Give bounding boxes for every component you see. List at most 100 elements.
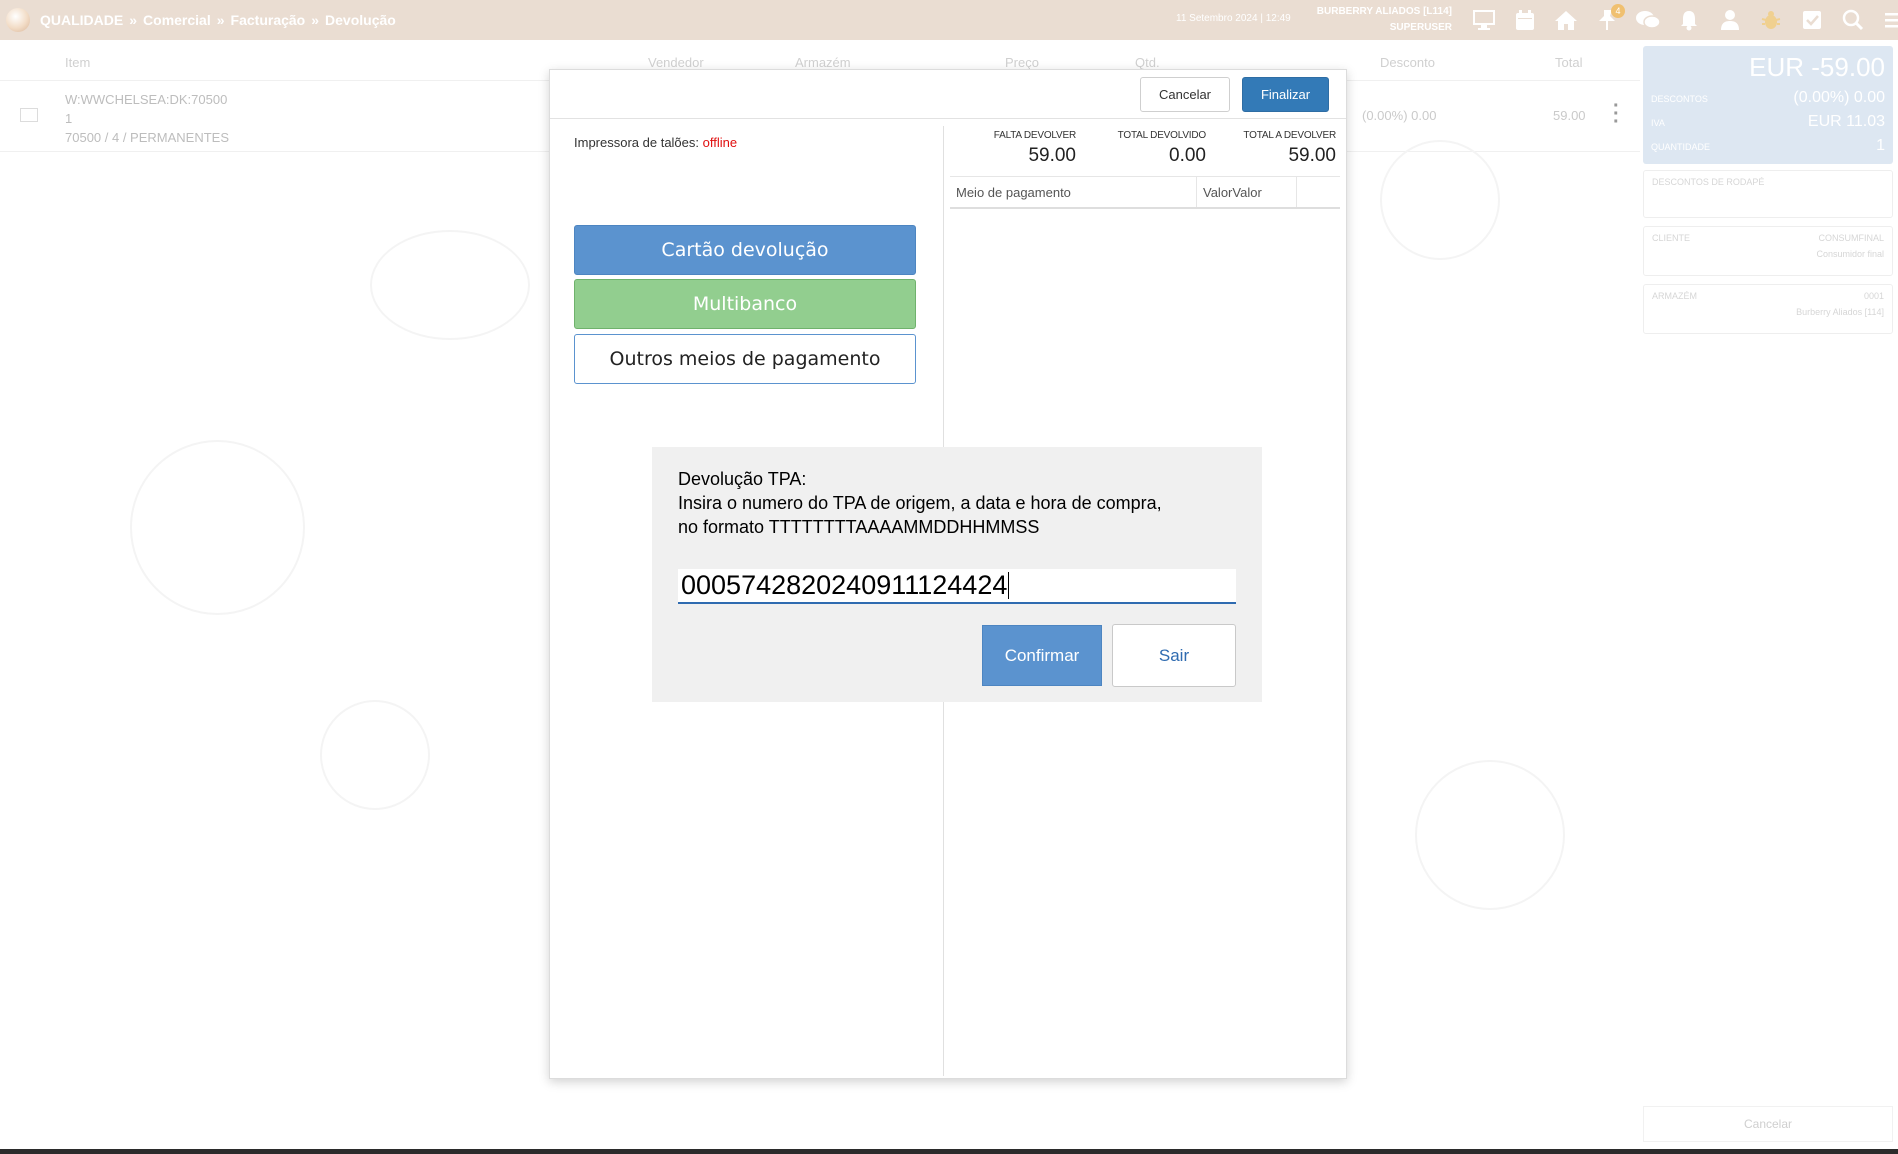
breadcrumb-item[interactable]: Devolução bbox=[325, 12, 396, 28]
tpa-title: Devolução TPA: bbox=[678, 469, 807, 489]
decorative-circle bbox=[1415, 760, 1565, 910]
exit-button[interactable]: Sair bbox=[1112, 624, 1236, 687]
summary-value: 59.00 bbox=[1288, 145, 1336, 166]
col-header-total: Total bbox=[1555, 55, 1583, 70]
summary-value: 59.00 bbox=[1028, 145, 1076, 166]
descontos-value: (0.00%) 0.00 bbox=[1793, 89, 1885, 106]
breadcrumb-item[interactable]: QUALIDADE bbox=[40, 12, 123, 28]
calendar-icon[interactable] bbox=[1511, 6, 1539, 34]
quantidade-value: 1 bbox=[1876, 137, 1885, 154]
iva-row: IVA EUR 11.03 bbox=[1651, 113, 1885, 131]
descontos-row: DESCONTOS (0.00%) 0.00 bbox=[1651, 89, 1885, 107]
col-header-vendedor: Vendedor bbox=[648, 55, 704, 70]
warehouse-name: Burberry Aliados [114] bbox=[1796, 307, 1884, 317]
confirm-button[interactable]: Confirmar bbox=[982, 625, 1102, 686]
summary-label: TOTAL DEVOLVIDO bbox=[1117, 130, 1207, 141]
quantidade-label: QUANTIDADE bbox=[1651, 142, 1711, 152]
bug-icon[interactable] bbox=[1757, 6, 1785, 34]
client-label: CLIENTE bbox=[1652, 233, 1691, 243]
row-discount: (0.00%) 0.00 bbox=[1362, 108, 1437, 123]
client-box[interactable]: CLIENTE CONSUMFINAL Consumidor final bbox=[1643, 226, 1893, 276]
panel-cancel-button[interactable]: Cancelar bbox=[1643, 1106, 1893, 1142]
col-header-actions bbox=[1297, 177, 1340, 207]
breadcrumb: QUALIDADE » Comercial » Facturação » Dev… bbox=[40, 12, 396, 28]
multibanco-button[interactable]: Multibanco bbox=[574, 279, 916, 329]
printer-status: Impressora de talões: offline bbox=[574, 135, 737, 150]
breadcrumb-separator: » bbox=[216, 12, 225, 28]
chat-icon[interactable] bbox=[1634, 6, 1662, 34]
tpa-input-text: 000574282024091112442 bbox=[681, 570, 993, 600]
breadcrumb-item[interactable]: Facturação bbox=[231, 12, 306, 28]
decorative-circle bbox=[130, 440, 305, 615]
user-name: SUPERUSER bbox=[1389, 22, 1452, 33]
payments-table-header: Meio de pagamento ValorValor bbox=[950, 176, 1340, 209]
table-row[interactable]: W:WWCHELSEA:DK:70500 1 70500 / 4 / PERMA… bbox=[65, 90, 229, 147]
notification-badge: 4 bbox=[1611, 4, 1625, 18]
refund-card-button[interactable]: Cartão devolução bbox=[574, 225, 916, 275]
datetime-label: 11 Setembro 2024 | 12:49 bbox=[1176, 13, 1291, 24]
breadcrumb-separator: » bbox=[129, 12, 138, 28]
client-name: Consumidor final bbox=[1816, 249, 1884, 259]
item-qty: 1 bbox=[65, 111, 73, 126]
decorative-circle bbox=[1380, 140, 1500, 260]
summary-total-devolvido: TOTAL DEVOLVIDO 0.00 bbox=[1080, 130, 1210, 167]
iva-value: EUR 11.03 bbox=[1807, 113, 1885, 130]
col-header-preco: Preço bbox=[1005, 55, 1039, 70]
printer-status-value: offline bbox=[702, 135, 738, 150]
totals-panel: EUR -59.00 DESCONTOS (0.00%) 0.00 IVA EU… bbox=[1643, 46, 1893, 164]
checkbox-icon[interactable] bbox=[1798, 6, 1826, 34]
refund-summary: FALTA DEVOLVER 59.00 TOTAL DEVOLVIDO 0.0… bbox=[950, 130, 1340, 167]
iva-label: IVA bbox=[1651, 118, 1665, 128]
item-code: W:WWCHELSEA:DK:70500 bbox=[65, 92, 228, 107]
home-icon[interactable] bbox=[1552, 6, 1580, 34]
menu-icon[interactable] bbox=[1880, 6, 1898, 34]
footer-discounts-box[interactable]: DESCONTOS DE RODAPÉ bbox=[1643, 170, 1893, 218]
client-code: CONSUMFINAL bbox=[1818, 233, 1884, 243]
footer-discounts-label: DESCONTOS DE RODAPÉ bbox=[1652, 177, 1765, 187]
company-user-info: BURBERRY ALIADOS [L114] SUPERUSER bbox=[1310, 4, 1452, 36]
image-icon bbox=[20, 108, 38, 122]
item-description: 70500 / 4 / PERMANENTES bbox=[65, 130, 230, 145]
col-header-qtd: Qtd. bbox=[1135, 55, 1160, 70]
warehouse-label: ARMAZÉM bbox=[1652, 291, 1697, 301]
summary-value: 0.00 bbox=[1169, 145, 1206, 166]
row-total: 59.00 bbox=[1553, 108, 1586, 123]
tpa-instructions: Devolução TPA: Insira o numero do TPA de… bbox=[678, 467, 1162, 539]
summary-falta-devolver: FALTA DEVOLVER 59.00 bbox=[950, 130, 1080, 167]
col-header-value: ValorValor bbox=[1197, 177, 1297, 207]
breadcrumb-item[interactable]: Comercial bbox=[143, 12, 211, 28]
descontos-label: DESCONTOS bbox=[1651, 94, 1708, 104]
search-icon[interactable] bbox=[1839, 6, 1867, 34]
top-icon-bar: 4 bbox=[1470, 4, 1898, 34]
summary-label: FALTA DEVOLVER bbox=[993, 130, 1076, 141]
summary-label: TOTAL A DEVOLVER bbox=[1243, 130, 1336, 141]
pin-icon[interactable]: 4 bbox=[1593, 4, 1625, 34]
summary-total-a-devolver: TOTAL A DEVOLVER 59.00 bbox=[1210, 130, 1340, 167]
modal-header: Cancelar Finalizar bbox=[550, 70, 1346, 119]
bell-icon[interactable] bbox=[1675, 6, 1703, 34]
warehouse-box[interactable]: ARMAZÉM 0001 Burberry Aliados [114] bbox=[1643, 284, 1893, 334]
tpa-format-line: no formato TTTTTTTTAAAAMMDDHHMMSS bbox=[678, 517, 1040, 537]
printer-label: Impressora de talões: bbox=[574, 135, 700, 150]
company-name: BURBERRY ALIADOS [L114] bbox=[1316, 6, 1452, 17]
bottom-edge bbox=[0, 1149, 1898, 1154]
text-caret bbox=[1008, 572, 1010, 599]
col-header-armazem: Armazém bbox=[795, 55, 851, 70]
quantidade-row: QUANTIDADE 1 bbox=[1651, 137, 1885, 155]
col-header-desconto: Desconto bbox=[1380, 55, 1435, 70]
other-payment-methods-button[interactable]: Outros meios de pagamento bbox=[574, 334, 916, 384]
col-header-item: Item bbox=[65, 55, 91, 70]
cancel-button[interactable]: Cancelar bbox=[1140, 77, 1230, 112]
warehouse-code: 0001 bbox=[1863, 291, 1884, 301]
monitor-icon[interactable] bbox=[1470, 6, 1498, 34]
finalize-button[interactable]: Finalizar bbox=[1242, 77, 1329, 112]
col-header-payment-method: Meio de pagamento bbox=[950, 177, 1197, 207]
app-logo[interactable] bbox=[6, 8, 30, 32]
total-amount: EUR -59.00 bbox=[1749, 52, 1885, 82]
user-icon[interactable] bbox=[1716, 6, 1744, 34]
top-bar: QUALIDADE » Comercial » Facturação » Dev… bbox=[0, 0, 1898, 40]
tpa-number-input[interactable]: 000574282024091112442 4 bbox=[678, 569, 1236, 604]
tpa-input-text-end: 4 bbox=[992, 570, 1008, 600]
breadcrumb-separator: » bbox=[311, 12, 320, 28]
more-vert-icon[interactable]: · · · bbox=[1613, 96, 1620, 132]
